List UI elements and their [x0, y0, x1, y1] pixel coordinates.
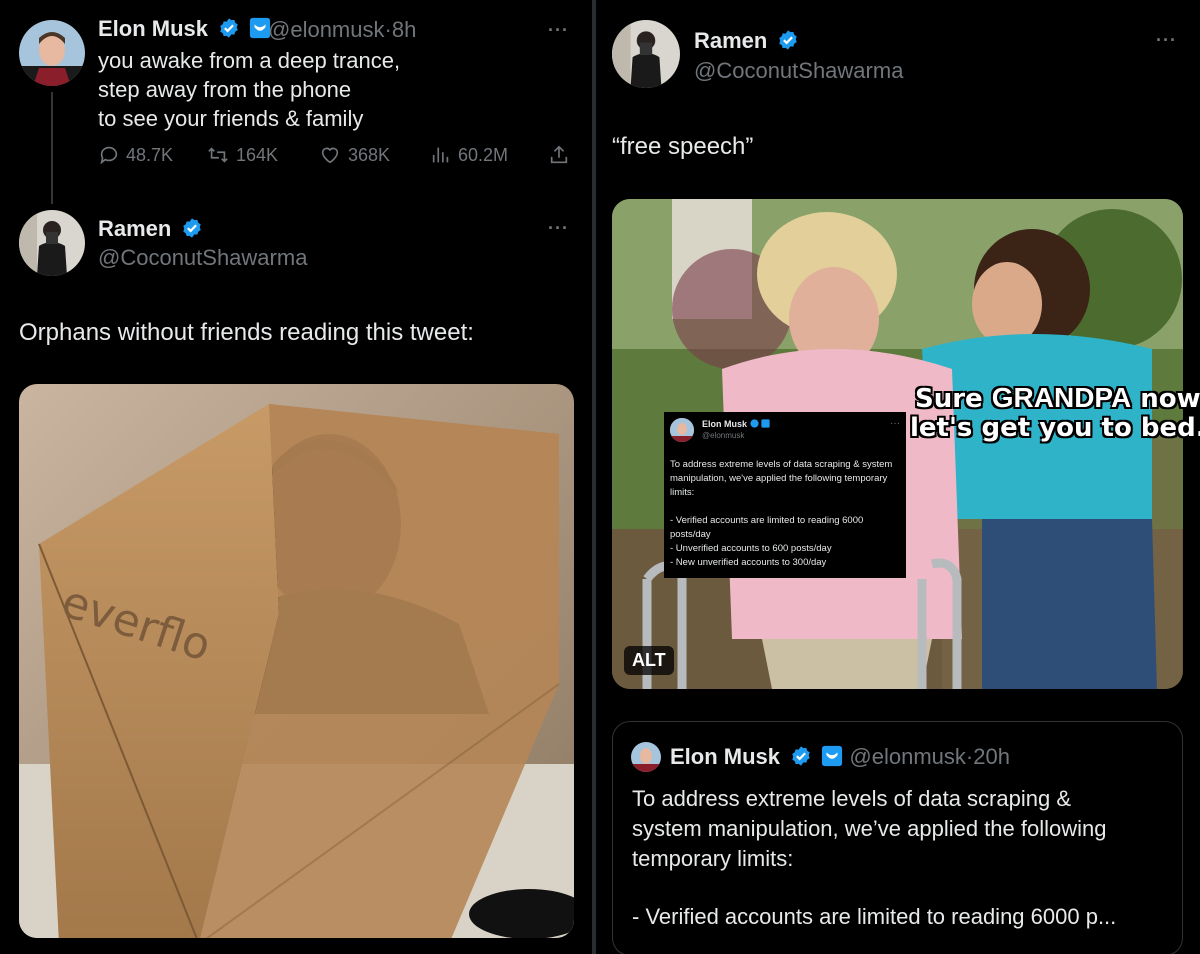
right-tweet-text: “free speech” [612, 133, 754, 160]
like-button[interactable]: 368K [318, 144, 390, 166]
right-tweet-handle: @CoconutShawarma [694, 58, 904, 83]
thread-connector [51, 92, 53, 204]
heart-icon [321, 147, 339, 164]
elon-avatar[interactable] [19, 20, 85, 86]
more-options-icon[interactable]: ··· [1156, 30, 1177, 51]
share-icon [550, 145, 568, 164]
more-options-icon[interactable]: ··· [548, 20, 569, 41]
tweet2-text: Orphans without friends reading this twe… [19, 319, 474, 346]
quote-truncated-line: - Verified accounts are limited to readi… [632, 904, 1117, 929]
mini-tweet-author: Elon Musk [702, 419, 770, 429]
embedded-tweet-screenshot: Elon Musk @elonmusk ··· To address extre… [664, 412, 906, 578]
verified-badge-icon [749, 419, 759, 428]
more-options-icon: ··· [890, 418, 900, 429]
ramen-avatar[interactable] [19, 210, 85, 276]
verified-badge-icon [792, 746, 810, 766]
quote-author-line: Elon Musk @elonmusk·20h [670, 744, 1010, 769]
left-screenshot-panel: Elon Musk @elonmusk·8h ··· you awake fro… [0, 0, 592, 954]
retweet-icon [208, 147, 228, 163]
quote-handle: @elonmusk [849, 744, 966, 769]
government-badge-icon [761, 419, 770, 428]
reply-icon [100, 146, 118, 165]
mini-tweet-handle: @elonmusk [702, 431, 745, 440]
quote-text: To address extreme levels of data scrapi… [632, 786, 1107, 871]
meme-caption-line1: Sure GRANDPA now [915, 382, 1200, 414]
verified-badge-icon [779, 30, 798, 50]
tweet2-handle: @CoconutShawarma [98, 245, 308, 270]
quoted-tweet-card[interactable]: Elon Musk @elonmusk·20h To address extre… [612, 721, 1183, 954]
alt-text-button[interactable]: ALT [624, 646, 674, 675]
mini-elon-avatar [670, 418, 694, 442]
meme-caption-line2: let's get you to bed. [910, 413, 1200, 443]
reply-button[interactable]: 48.7K [98, 144, 173, 166]
views-button[interactable]: 60.2M [430, 144, 508, 166]
tweet2-photo-man-in-box[interactable]: everflo [19, 384, 574, 938]
tweet1-text: you awake from a deep trance, step away … [98, 48, 401, 131]
tweet1-action-bar: 48.7K 164K 368K 60.2M [98, 144, 578, 172]
tweet1-author-name[interactable]: Elon Musk [98, 16, 271, 42]
retweet-button[interactable]: 164K [206, 144, 278, 166]
views-chart-icon [432, 147, 449, 163]
quote-elon-avatar [631, 742, 661, 772]
tweet1-handle-time: @elonmusk·8h [268, 17, 417, 42]
verified-badge-icon [183, 218, 202, 238]
mini-tweet-text: To address extreme levels of data scrapi… [670, 459, 893, 568]
quote-time: 20h [973, 744, 1010, 769]
right-tweet-author-name[interactable]: Ramen [694, 28, 799, 54]
more-options-icon[interactable]: ··· [548, 218, 569, 239]
ramen-avatar[interactable] [612, 20, 680, 88]
share-button[interactable] [548, 144, 576, 166]
tweet2-author-name[interactable]: Ramen [98, 216, 203, 242]
verified-badge-icon [220, 18, 238, 38]
government-badge-icon [822, 745, 843, 767]
